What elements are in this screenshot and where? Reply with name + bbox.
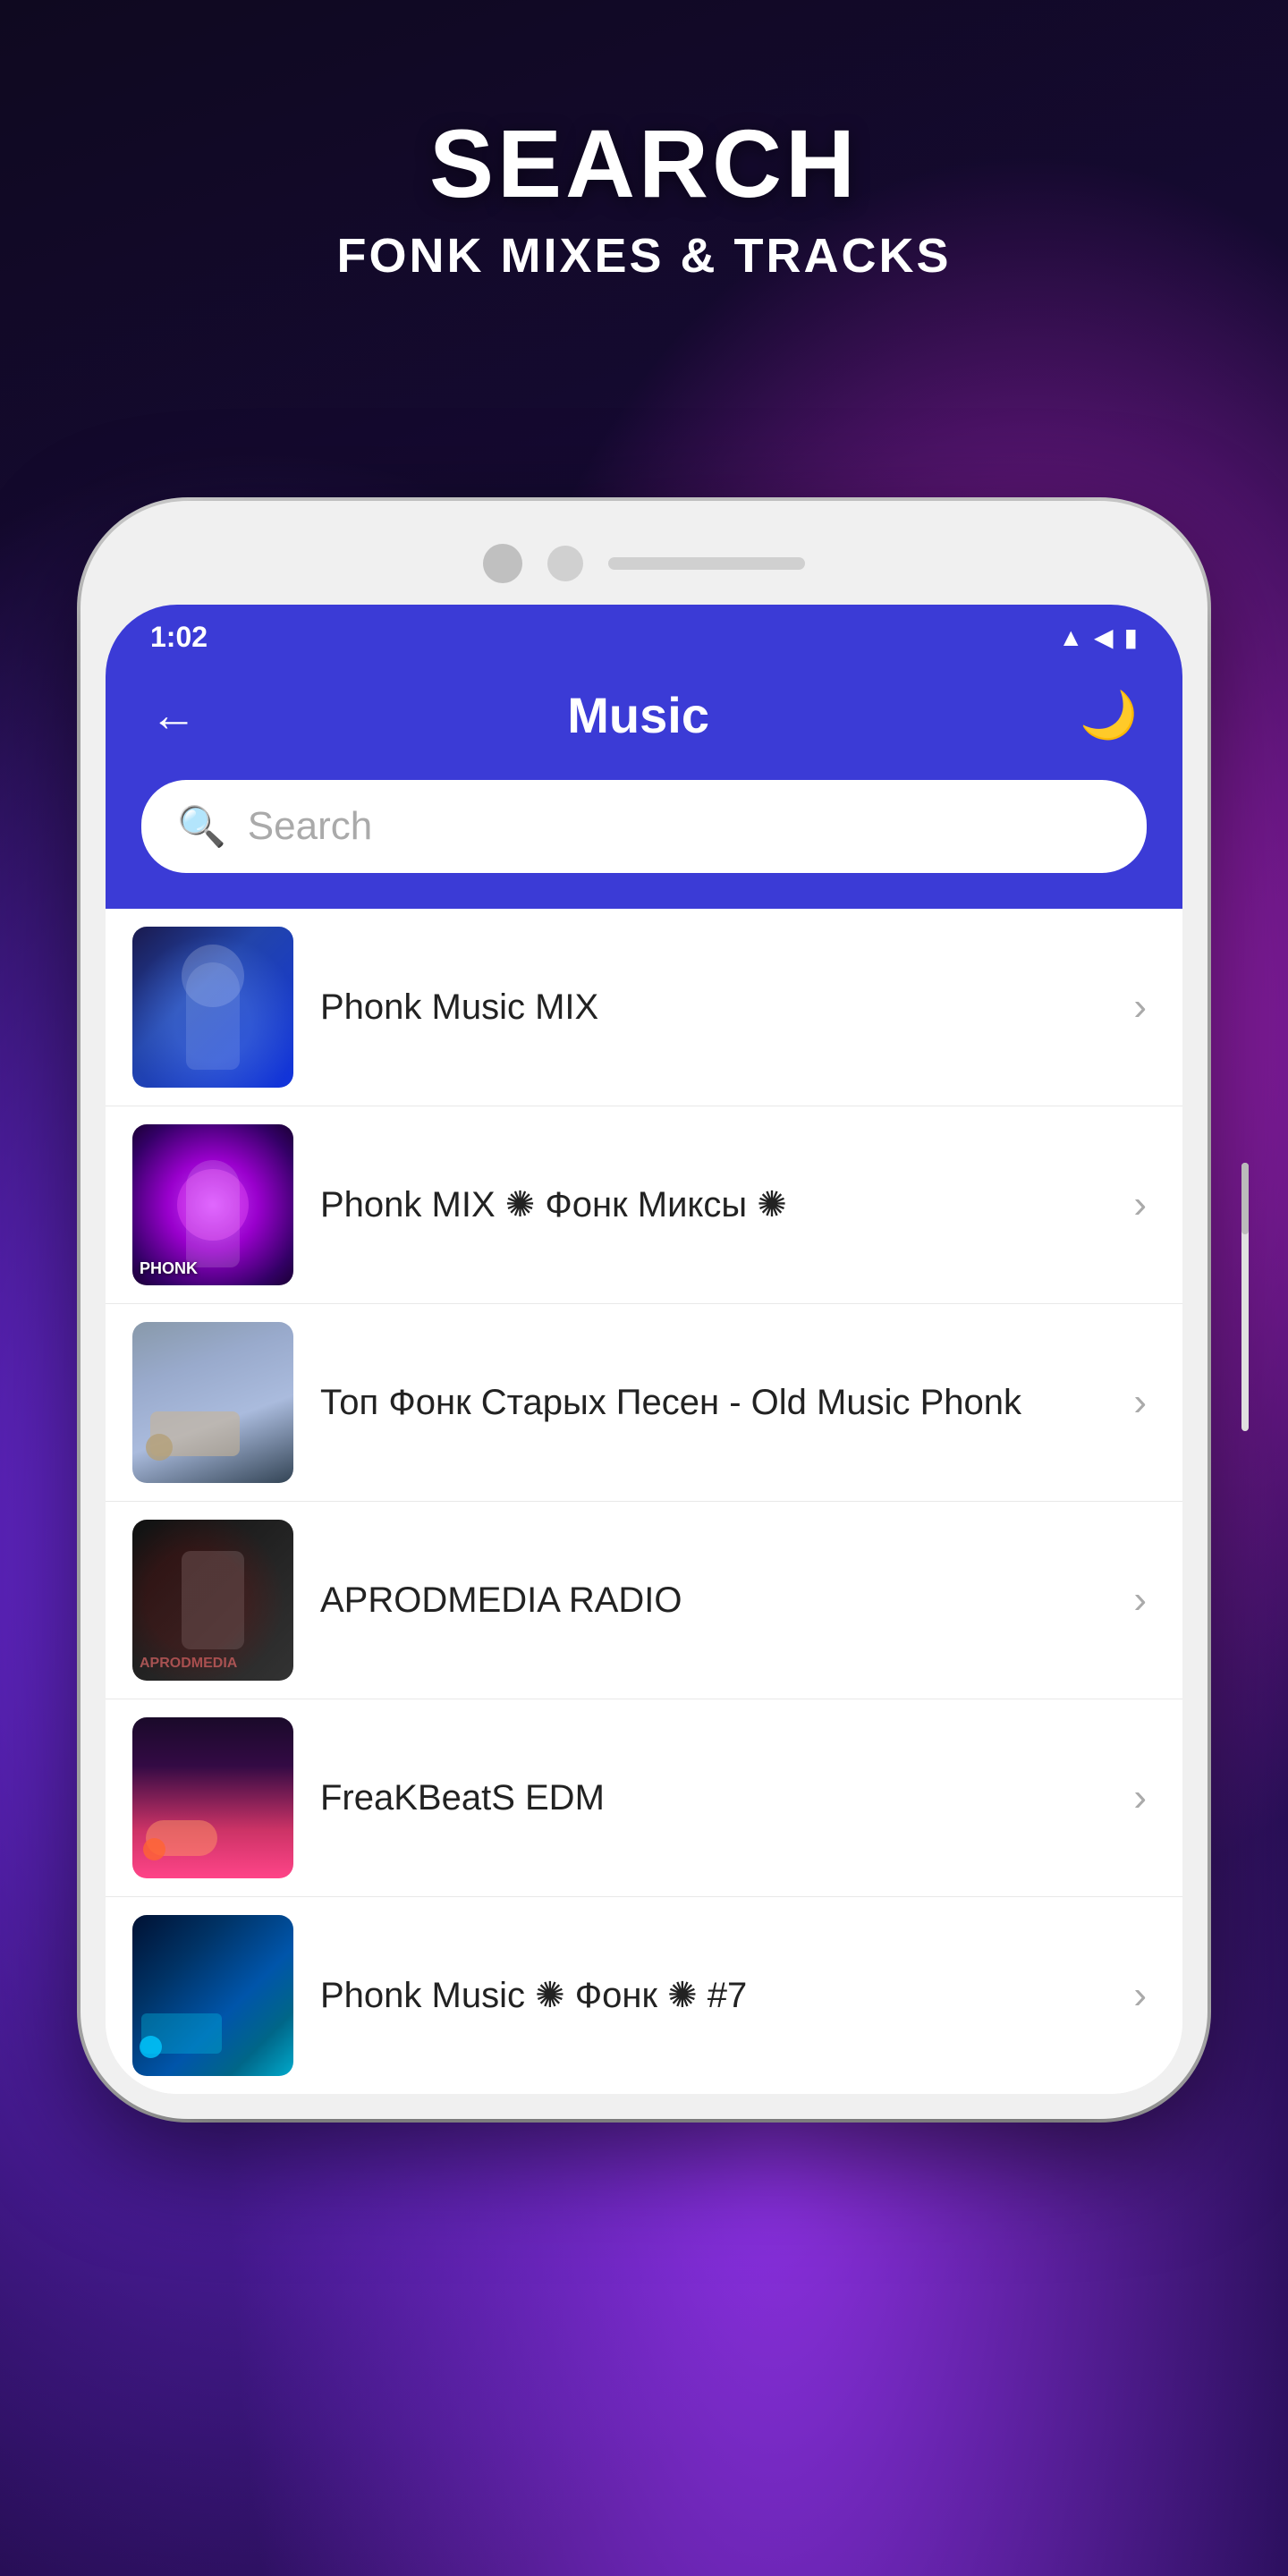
- app-header: ← Music 🌙: [106, 668, 1182, 780]
- search-placeholder-text: Search: [248, 804, 372, 849]
- signal-icon: ◀: [1094, 623, 1114, 652]
- thumb-label-2: PHONK: [140, 1259, 198, 1278]
- chevron-icon-5: ›: [1133, 1775, 1147, 1820]
- phone-outer-shell: 1:02 ▲ ◀ ▮ ← Music 🌙 🔍 Search: [80, 501, 1208, 2119]
- chevron-icon-1: ›: [1133, 985, 1147, 1030]
- item-title-4: APRODMEDIA RADIO: [320, 1580, 682, 1620]
- scroll-indicator: [1241, 1163, 1249, 1431]
- search-icon: 🔍: [177, 803, 226, 850]
- battery-icon: ▮: [1124, 623, 1138, 652]
- list-item[interactable]: Phonk Music MIX ›: [106, 909, 1182, 1106]
- page-subtitle: FONK MIXES & TRACKS: [0, 228, 1288, 284]
- camera-dot: [483, 544, 522, 583]
- item-text-5: FreaKBeatS EDM: [320, 1775, 1106, 1821]
- thumb-figure-3: [132, 1322, 293, 1483]
- phone-top-hardware: [106, 526, 1182, 605]
- item-title-3: Топ Фонк Старых Песен - Old Music Phonk: [320, 1383, 1021, 1422]
- item-thumbnail-6: [132, 1915, 293, 2076]
- chevron-icon-6: ›: [1133, 1973, 1147, 2018]
- speaker-bar: [608, 557, 805, 570]
- item-title-1: Phonk Music MIX: [320, 987, 598, 1027]
- list-item[interactable]: APRODMEDIA APRODMEDIA RADIO ›: [106, 1502, 1182, 1699]
- item-title-6: Phonk Music ✺ Фонк ✺ #7: [320, 1976, 747, 2015]
- search-container: 🔍 Search: [106, 780, 1182, 909]
- thumb-figure-5: [132, 1717, 293, 1878]
- item-title-5: FreaKBeatS EDM: [320, 1778, 605, 1818]
- thumb-person: [186, 1160, 240, 1267]
- thumb-figure-1: [132, 927, 293, 1088]
- item-text-4: APRODMEDIA RADIO: [320, 1577, 1106, 1623]
- list-item[interactable]: Phonk Music ✺ Фонк ✺ #7 ›: [106, 1897, 1182, 2094]
- status-time: 1:02: [150, 621, 208, 654]
- item-thumbnail-3: [132, 1322, 293, 1483]
- app-header-title: Music: [567, 686, 709, 744]
- item-title-2: Phonk MIX ✺ Фонк Миксы ✺: [320, 1185, 787, 1224]
- phone-mockup: 1:02 ▲ ◀ ▮ ← Music 🌙 🔍 Search: [80, 501, 1208, 2119]
- item-thumbnail-5: [132, 1717, 293, 1878]
- list-item[interactable]: Топ Фонк Старых Песен - Old Music Phonk …: [106, 1304, 1182, 1502]
- chevron-icon-4: ›: [1133, 1578, 1147, 1623]
- thumb-person: [186, 962, 240, 1070]
- item-thumbnail-4: APRODMEDIA: [132, 1520, 293, 1681]
- page-header: SEARCH FONK MIXES & TRACKS: [0, 107, 1288, 284]
- page-title: SEARCH: [0, 107, 1288, 219]
- chevron-icon-2: ›: [1133, 1182, 1147, 1227]
- speaker-dot: [547, 546, 583, 581]
- thumb-figure-2: PHONK: [132, 1124, 293, 1285]
- item-text-2: Phonk MIX ✺ Фонк Миксы ✺: [320, 1182, 1106, 1228]
- phone-screen: 1:02 ▲ ◀ ▮ ← Music 🌙 🔍 Search: [106, 605, 1182, 2094]
- wifi-icon: ▲: [1058, 623, 1083, 652]
- chevron-icon-3: ›: [1133, 1380, 1147, 1425]
- scroll-thumb: [1241, 1163, 1249, 1234]
- item-text-1: Phonk Music MIX: [320, 984, 1106, 1030]
- item-text-6: Phonk Music ✺ Фонк ✺ #7: [320, 1972, 1106, 2019]
- back-button[interactable]: ←: [150, 689, 197, 742]
- moon-icon[interactable]: 🌙: [1080, 688, 1138, 742]
- list-item[interactable]: PHONK Phonk MIX ✺ Фонк Миксы ✺ ›: [106, 1106, 1182, 1304]
- item-text-3: Топ Фонк Старых Песен - Old Music Phonk: [320, 1379, 1106, 1426]
- item-thumbnail-2: PHONK: [132, 1124, 293, 1285]
- status-bar: 1:02 ▲ ◀ ▮: [106, 605, 1182, 668]
- search-box[interactable]: 🔍 Search: [141, 780, 1147, 873]
- thumb-figure-4: APRODMEDIA: [132, 1520, 293, 1681]
- list-item[interactable]: FreaKBeatS EDM ›: [106, 1699, 1182, 1897]
- item-thumbnail-1: [132, 927, 293, 1088]
- music-list: Phonk Music MIX › PHONK Phonk MIX ✺ Фонк…: [106, 909, 1182, 2094]
- status-icons: ▲ ◀ ▮: [1058, 623, 1138, 652]
- thumb-figure-6: [132, 1915, 293, 2076]
